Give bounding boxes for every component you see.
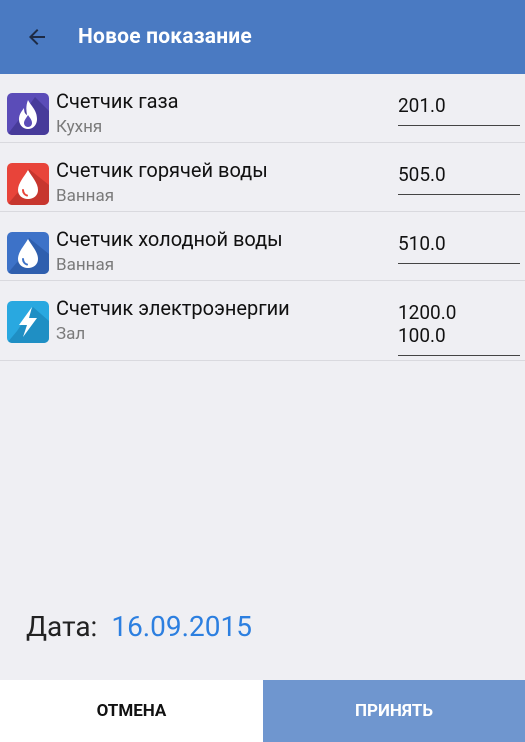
meter-row-gas: Счетчик газа Кухня 201.0 [0, 74, 525, 143]
date-picker[interactable]: 16.09.2015 [111, 610, 252, 643]
water-drop-icon [7, 163, 49, 205]
date-label: Дата: [26, 610, 98, 643]
meter-row-hot-water: Счетчик горячей воды Ванная 505.0 [0, 143, 525, 212]
app-screen: Новое показание Счетчик газа Кухня 201.0 [0, 0, 525, 742]
meter-location: Кухня [56, 117, 103, 137]
meter-name: Счетчик холодной воды [56, 227, 283, 251]
page-title: Новое показание [78, 25, 252, 49]
reading-input[interactable]: 505.0 [398, 163, 520, 195]
reading-value: 510.0 [398, 232, 446, 255]
meter-name: Счетчик газа [56, 89, 179, 113]
meter-name: Счетчик электроэнергии [56, 296, 290, 320]
date-row: Дата: 16.09.2015 [26, 610, 252, 643]
reading-input[interactable]: 510.0 [398, 232, 520, 264]
reading-input[interactable]: 1200.0 100.0 [398, 301, 520, 356]
flame-icon [7, 93, 49, 135]
meter-location: Зал [56, 324, 86, 344]
meter-row-cold-water: Счетчик холодной воды Ванная 510.0 [0, 212, 525, 281]
meter-location: Ванная [56, 255, 115, 275]
arrow-left-icon [29, 29, 45, 45]
lightning-icon [7, 301, 49, 343]
reading-value-day: 1200.0 [398, 301, 457, 324]
meter-list: Счетчик газа Кухня 201.0 Счетчик горячей… [0, 74, 525, 361]
meter-location: Ванная [56, 186, 115, 206]
water-drop-icon [7, 232, 49, 274]
reading-value: 505.0 [398, 163, 446, 186]
reading-value-night: 100.0 [398, 324, 446, 347]
bottom-button-bar: ОТМЕНА ПРИНЯТЬ [0, 680, 525, 742]
meter-row-electricity: Счетчик электроэнергии Зал 1200.0 100.0 [0, 281, 525, 361]
meter-name: Счетчик горячей воды [56, 158, 268, 182]
accept-button[interactable]: ПРИНЯТЬ [263, 680, 525, 742]
reading-input[interactable]: 201.0 [398, 94, 520, 126]
cancel-button[interactable]: ОТМЕНА [0, 680, 263, 742]
app-bar: Новое показание [0, 0, 525, 74]
back-button[interactable] [0, 0, 74, 74]
reading-value: 201.0 [398, 94, 446, 117]
